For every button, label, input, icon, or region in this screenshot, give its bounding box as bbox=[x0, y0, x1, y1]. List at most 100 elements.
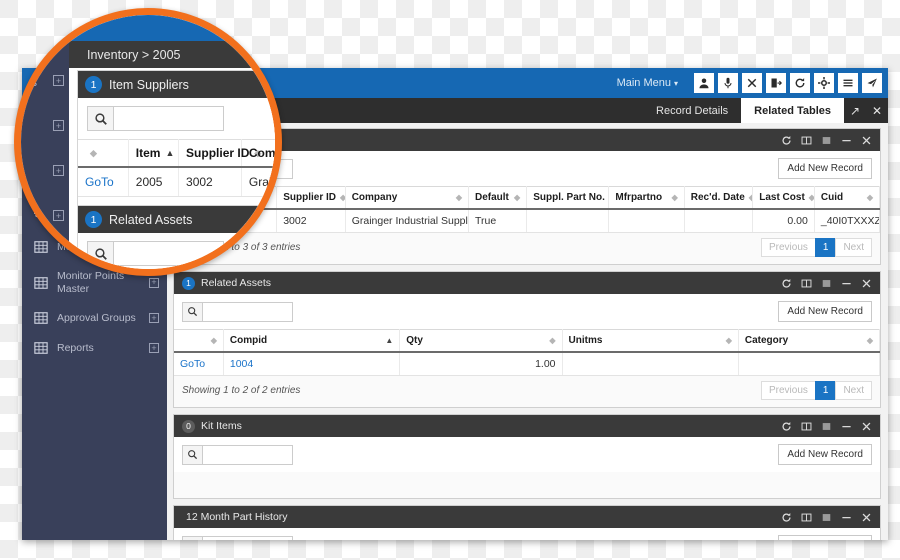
maximize-icon[interactable] bbox=[821, 421, 832, 432]
sort-icon: ◆ bbox=[549, 336, 556, 345]
add-new-record-button[interactable]: Add New Record bbox=[778, 158, 872, 179]
add-new-record-button[interactable]: Add New Record bbox=[778, 301, 872, 322]
minimize-icon[interactable] bbox=[841, 512, 852, 523]
search-input[interactable] bbox=[114, 106, 224, 131]
refresh-icon[interactable] bbox=[781, 512, 792, 523]
expand-plus-icon[interactable]: + bbox=[149, 277, 159, 288]
send-icon[interactable] bbox=[862, 73, 882, 93]
compid-link: 1004 bbox=[229, 358, 254, 370]
maximize-icon[interactable] bbox=[821, 278, 832, 289]
col-default[interactable]: Default ◆ bbox=[468, 186, 528, 210]
tab-related-tables[interactable]: Related Tables bbox=[741, 98, 844, 123]
logout-icon[interactable] bbox=[766, 73, 786, 93]
expand-plus-icon[interactable]: + bbox=[149, 313, 159, 324]
search-input[interactable] bbox=[114, 241, 224, 266]
table-row[interactable]: GoTo 2005 3002 Grainger Industrial Suppl… bbox=[174, 209, 881, 233]
close-icon[interactable] bbox=[861, 512, 872, 523]
col-label: Suppl. Part No. bbox=[533, 192, 605, 203]
table-row[interactable]: GoTo 1004 1.00 bbox=[174, 352, 881, 376]
expand-plus-icon[interactable]: + bbox=[53, 210, 64, 221]
refresh-icon[interactable] bbox=[781, 421, 792, 432]
expand-plus-icon[interactable]: + bbox=[53, 255, 64, 266]
tab-record-details[interactable]: Record Details bbox=[643, 98, 741, 123]
close-icon[interactable] bbox=[861, 278, 872, 289]
sort-icon: ◆ bbox=[514, 193, 521, 202]
cell-compid[interactable]: 1004 bbox=[223, 352, 401, 376]
goto-link[interactable]: GoTo bbox=[78, 167, 129, 197]
expand-plus-icon[interactable]: + bbox=[53, 75, 64, 86]
col-label: Last Cost bbox=[759, 192, 805, 203]
hamburger-menu-icon[interactable] bbox=[838, 73, 858, 93]
search-input[interactable] bbox=[203, 535, 293, 540]
panel-title: 12 Month Part History bbox=[186, 511, 288, 523]
main-menu-button[interactable]: Main Menu ▾ bbox=[617, 77, 678, 89]
microphone-icon[interactable] bbox=[718, 73, 738, 93]
goto-label: GoTo bbox=[180, 358, 206, 370]
gear-icon[interactable] bbox=[814, 73, 834, 93]
maximize-icon[interactable] bbox=[821, 512, 832, 523]
next-button[interactable]: Next bbox=[835, 381, 872, 400]
table-row[interactable]: GoTo 2005 3002 Grainger Indu bbox=[78, 167, 275, 197]
previous-button[interactable]: Previous bbox=[760, 381, 816, 400]
col-label: Unitms bbox=[568, 335, 603, 346]
close-x-icon[interactable] bbox=[742, 73, 762, 93]
expand-plus-icon[interactable]: + bbox=[53, 120, 64, 131]
page-1-button[interactable]: 1 bbox=[814, 381, 837, 400]
col-blank[interactable]: ◆ bbox=[174, 329, 224, 353]
panel-toolbar bbox=[78, 98, 275, 139]
minimize-icon[interactable] bbox=[841, 421, 852, 432]
magnified-panel-related-assets: 1 Related Assets ◆ Compid bbox=[77, 205, 275, 269]
search-input[interactable] bbox=[203, 301, 293, 322]
col-compid[interactable]: Compid ▲ bbox=[223, 329, 401, 353]
col-company[interactable]: Company ◆ bbox=[345, 186, 469, 210]
close-icon[interactable]: ✕ bbox=[866, 98, 888, 123]
add-new-record-button[interactable]: Add New Record bbox=[778, 535, 872, 540]
col-blank[interactable]: ◆ bbox=[78, 139, 129, 168]
close-icon[interactable] bbox=[861, 135, 872, 146]
close-icon[interactable] bbox=[861, 421, 872, 432]
col-supplier-id[interactable]: Supplier ID◆ bbox=[276, 186, 346, 210]
next-button[interactable]: Next bbox=[835, 238, 872, 257]
expand-plus-icon[interactable]: + bbox=[53, 165, 64, 176]
expand-plus-icon[interactable]: + bbox=[149, 343, 159, 354]
col-last-cost[interactable]: Last Cost ◆ bbox=[752, 186, 815, 210]
col-suppl-part-no[interactable]: Suppl. Part No.◆ bbox=[526, 186, 610, 210]
col-mfrpartno[interactable]: Mfrpartno ◆ bbox=[608, 186, 685, 210]
columns-icon[interactable] bbox=[801, 135, 812, 146]
col-item[interactable]: Item ▲ bbox=[128, 139, 180, 168]
columns-icon[interactable] bbox=[801, 278, 812, 289]
page-1-button[interactable]: 1 bbox=[814, 238, 837, 257]
previous-button[interactable]: Previous bbox=[760, 238, 816, 257]
columns-icon[interactable] bbox=[801, 512, 812, 523]
refresh-icon[interactable] bbox=[781, 135, 792, 146]
refresh-icon[interactable] bbox=[781, 278, 792, 289]
sidebar-item-reports[interactable]: Reports + bbox=[22, 333, 167, 363]
goto-link[interactable]: GoTo bbox=[174, 352, 224, 376]
panel-kit-items: 0 Kit Items Add New Record bbox=[173, 414, 881, 499]
search-input[interactable] bbox=[203, 444, 293, 465]
search-icon[interactable] bbox=[182, 535, 203, 540]
col-supplier-id[interactable]: Supplier ID◆ bbox=[178, 139, 261, 168]
col-category[interactable]: Category ◆ bbox=[738, 329, 881, 353]
maximize-icon[interactable] bbox=[821, 135, 832, 146]
search-icon[interactable] bbox=[87, 106, 114, 131]
expand-icon[interactable]: ↗ bbox=[844, 98, 866, 123]
table-header-row: ◆ Item ▲ Supplier ID◆ Company bbox=[78, 139, 275, 168]
search-icon[interactable] bbox=[182, 301, 203, 322]
user-icon[interactable] bbox=[694, 73, 714, 93]
sidebar-item-approval-groups[interactable]: Approval Groups + bbox=[22, 303, 167, 333]
minimize-icon[interactable] bbox=[841, 135, 852, 146]
col-unitms[interactable]: Unitms ◆ bbox=[562, 329, 739, 353]
refresh-icon[interactable] bbox=[790, 73, 810, 93]
col-recd-date[interactable]: Rec'd. Date ◆ bbox=[684, 186, 754, 210]
search-icon[interactable] bbox=[87, 241, 114, 266]
col-label: Company bbox=[351, 192, 398, 203]
col-qty[interactable]: Qty ◆ bbox=[399, 329, 563, 353]
panel-footer: Showing 1 to 3 of 3 entries Previous 1 N… bbox=[174, 233, 880, 264]
add-new-record-button[interactable]: Add New Record bbox=[778, 444, 872, 465]
columns-icon[interactable] bbox=[801, 421, 812, 432]
grid-table-icon bbox=[32, 311, 49, 325]
search-icon[interactable] bbox=[182, 444, 203, 465]
col-cuid[interactable]: Cuid ◆ bbox=[814, 186, 881, 210]
minimize-icon[interactable] bbox=[841, 278, 852, 289]
